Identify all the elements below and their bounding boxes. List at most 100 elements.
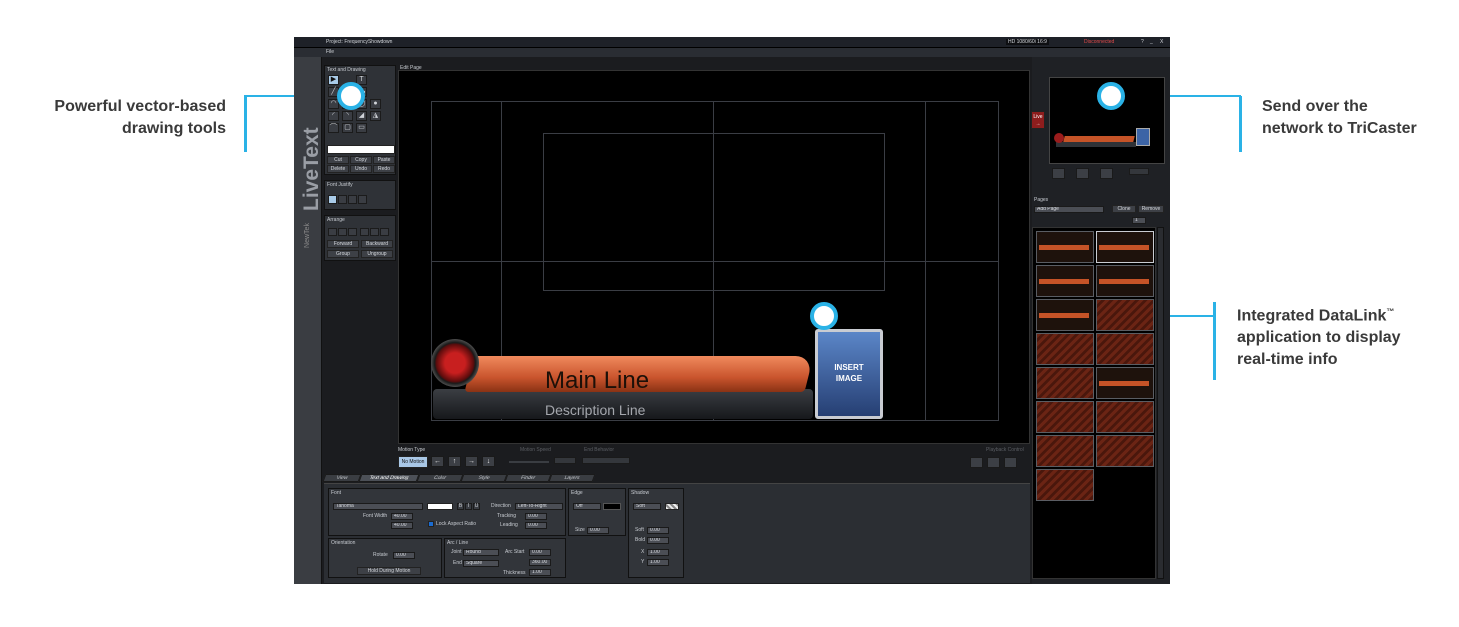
clone-button[interactable]: Clone	[1112, 205, 1136, 213]
corner-tool-icon[interactable]: ◜	[328, 111, 339, 121]
end-behavior-select[interactable]	[582, 457, 630, 464]
shadow-y-field[interactable]: 1.00	[647, 559, 669, 566]
edge-color-swatch[interactable]	[603, 503, 621, 510]
arc-start-field[interactable]: 0.00	[529, 549, 551, 556]
shadow-color-swatch[interactable]	[665, 503, 679, 510]
bold-icon[interactable]: B	[457, 503, 464, 510]
ungroup-button[interactable]: Ungroup	[361, 250, 393, 258]
tab-style[interactable]: Style	[460, 474, 508, 482]
underline-icon[interactable]: U	[473, 503, 480, 510]
motion-up-button[interactable]: ↑	[448, 456, 461, 467]
page-thumbnail[interactable]	[1096, 333, 1154, 365]
end-select[interactable]: Square	[463, 560, 499, 567]
description-line-text[interactable]: Description Line	[545, 402, 645, 418]
add-page-select[interactable]: Add Page	[1034, 206, 1104, 213]
italic-icon[interactable]: I	[465, 503, 472, 510]
forward-button[interactable]: Forward	[327, 240, 359, 248]
align-center-icon[interactable]	[338, 228, 347, 236]
motion-speed-slider[interactable]	[509, 461, 549, 463]
pause-icon[interactable]	[987, 457, 1000, 468]
preview-play-icon[interactable]	[1100, 168, 1113, 179]
curve-tool-icon[interactable]: ⌒	[328, 123, 339, 133]
tab-text-drawing[interactable]: Text and Drawing	[358, 474, 420, 482]
minimize-button[interactable]: _	[1150, 39, 1153, 45]
page-thumbnail[interactable]	[1096, 435, 1154, 467]
tab-color[interactable]: Color	[416, 474, 464, 482]
page-thumbnail[interactable]	[1096, 265, 1154, 297]
preview-stop-icon[interactable]	[1052, 168, 1065, 179]
page-number-field[interactable]: 1	[1132, 217, 1146, 224]
font-height-field[interactable]: 40.00	[391, 522, 413, 529]
tab-layers[interactable]: Layers	[548, 474, 596, 482]
shadow-soft-field[interactable]: 0.00	[647, 527, 669, 534]
justify-full-icon[interactable]	[358, 195, 367, 204]
no-motion-button[interactable]: No Motion	[398, 456, 428, 468]
motion-down-button[interactable]: ↓	[482, 456, 495, 467]
tab-finder[interactable]: Finder	[504, 474, 552, 482]
menu-file[interactable]: File	[326, 49, 334, 55]
align-left-icon[interactable]	[328, 228, 337, 236]
justify-right-icon[interactable]	[348, 195, 357, 204]
motion-right-button[interactable]: →	[465, 456, 478, 467]
page-thumbnail[interactable]	[1036, 265, 1094, 297]
stop-icon[interactable]	[970, 457, 983, 468]
hold-during-motion-button[interactable]: Hold During Motion	[357, 567, 421, 575]
play-icon[interactable]	[1004, 457, 1017, 468]
backward-button[interactable]: Backward	[361, 240, 393, 248]
redo-button[interactable]: Redo	[373, 165, 395, 173]
lock-aspect-checkbox[interactable]	[428, 521, 434, 527]
joint-select[interactable]: Round	[463, 549, 499, 556]
live-button[interactable]: Live →	[1031, 111, 1045, 129]
triangle-tool-icon[interactable]: ◢	[356, 111, 367, 121]
tracking-field[interactable]: 0.00	[525, 513, 547, 520]
edge-size-field[interactable]: 0.00	[587, 527, 609, 534]
page-thumbnail[interactable]	[1096, 401, 1154, 433]
font-width-field[interactable]: 40.00	[391, 513, 413, 520]
page-thumbnail[interactable]	[1036, 401, 1094, 433]
paste-button[interactable]: Paste	[373, 156, 395, 164]
justify-left-icon[interactable]	[328, 195, 337, 204]
group-button[interactable]: Group	[327, 250, 359, 258]
preview-counter-field[interactable]	[1129, 168, 1149, 175]
cut-button[interactable]: Cut	[327, 156, 349, 164]
main-line-text[interactable]: Main Line	[545, 367, 649, 395]
edit-page-canvas[interactable]: Main Line Description Line INSERT IMAGE	[398, 70, 1030, 444]
align-right-icon[interactable]	[348, 228, 357, 236]
font-family-select[interactable]: Tahoma	[333, 503, 423, 510]
leading-field[interactable]: 0.00	[525, 522, 547, 529]
align-top-icon[interactable]	[360, 228, 369, 236]
trapezoid-tool-icon[interactable]: ▭	[356, 123, 367, 133]
page-thumbnail[interactable]	[1036, 231, 1094, 263]
close-button[interactable]: X	[1160, 39, 1163, 45]
align-bottom-icon[interactable]	[380, 228, 389, 236]
page-thumbnail[interactable]	[1036, 435, 1094, 467]
blob-tool-icon[interactable]: ◮	[370, 111, 381, 121]
select-tool-icon[interactable]: ▶	[328, 75, 339, 85]
page-thumbnail[interactable]	[1096, 231, 1154, 263]
undo-button[interactable]: Undo	[350, 165, 372, 173]
shadow-x-field[interactable]: 1.00	[647, 549, 669, 556]
shadow-bold-field[interactable]: 0.00	[647, 537, 669, 544]
align-middle-icon[interactable]	[370, 228, 379, 236]
tab-view[interactable]: View	[322, 474, 362, 482]
page-thumbnail[interactable]	[1096, 367, 1154, 399]
edge-select[interactable]: Off	[573, 503, 601, 510]
preview-pause-icon[interactable]	[1076, 168, 1089, 179]
page-thumbnail[interactable]	[1096, 299, 1154, 331]
page-thumbnail[interactable]	[1036, 367, 1094, 399]
motion-left-button[interactable]: ←	[431, 456, 444, 467]
copy-button[interactable]: Copy	[350, 156, 372, 164]
pages-scrollbar[interactable]	[1157, 227, 1164, 579]
motion-speed-field[interactable]	[554, 457, 576, 464]
corner-right-tool-icon[interactable]: ◝	[342, 111, 353, 121]
insert-image-placeholder[interactable]: INSERT IMAGE	[815, 329, 883, 419]
remove-button[interactable]: Remove	[1138, 205, 1164, 213]
font-color-swatch[interactable]	[427, 503, 453, 510]
text-entry-field[interactable]	[327, 145, 395, 154]
arc-end-field[interactable]: 360.00	[529, 559, 551, 566]
direction-select[interactable]: Left-To-Right	[515, 503, 563, 510]
help-button[interactable]: ?	[1141, 39, 1144, 45]
delete-button[interactable]: Delete	[327, 165, 349, 173]
broadcast-logo-icon[interactable]	[431, 339, 479, 387]
page-thumbnail[interactable]	[1036, 299, 1094, 331]
